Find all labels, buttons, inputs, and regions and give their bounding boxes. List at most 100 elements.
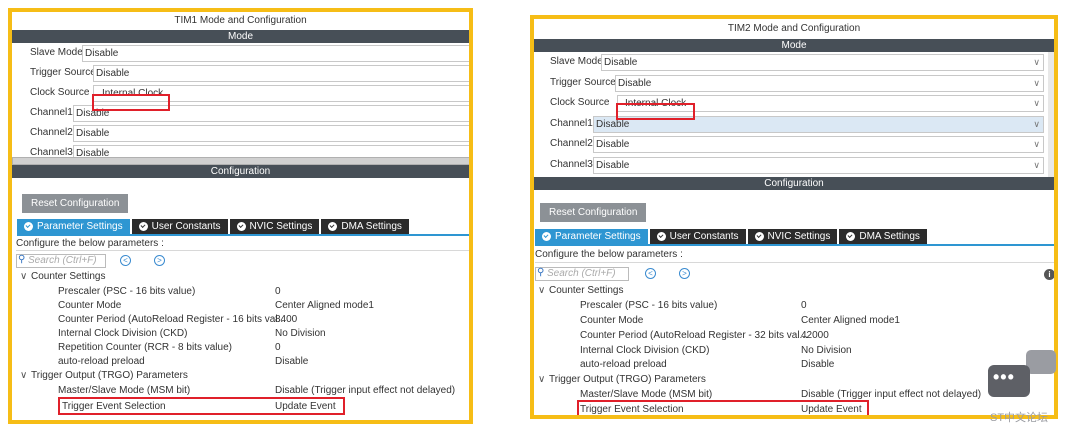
param-value[interactable]: Disable [801, 359, 834, 370]
chevron-left-icon[interactable]: < [120, 255, 131, 266]
chevron-down-icon: ∨ [1033, 77, 1040, 88]
search-input[interactable]: ⚲ Search (Ctrl+F) [16, 254, 106, 268]
channel2-select[interactable]: Disable [73, 125, 469, 142]
param-value[interactable]: 0 [275, 286, 281, 297]
slave-mode-select[interactable]: Disable ∨ [601, 54, 1044, 71]
search-icon: ⚲ [18, 254, 26, 265]
group-counter-settings[interactable]: ∨ Counter Settings [20, 271, 106, 282]
group-counter-settings[interactable]: ∨ Counter Settings [538, 285, 624, 296]
chevron-down-icon: ∨ [538, 285, 546, 296]
param-value[interactable]: 8400 [275, 314, 297, 325]
channel3-label: Channel3 [550, 158, 593, 170]
tab-underline [17, 234, 469, 236]
trigger-source-select[interactable]: Disable ∨ [615, 74, 1044, 92]
param-name: Master/Slave Mode (MSM bit) [580, 389, 713, 400]
param-value[interactable]: Disable (Trigger input effect not delaye… [275, 385, 455, 396]
panel-title: TIM1 Mode and Configuration [174, 15, 307, 26]
highlight-box-trigger-event [577, 400, 869, 415]
mode-row-channel1: Channel1 Disable ∨ [534, 114, 1054, 135]
search-placeholder: Search (Ctrl+F) [547, 268, 616, 279]
trigger-source-select[interactable]: Disable [93, 65, 469, 82]
mode-row-slave: Slave Mode Disable [12, 43, 469, 63]
param-name: auto-reload preload [58, 356, 145, 367]
param-value[interactable]: 42000 [801, 330, 829, 341]
group-trigger-output[interactable]: ∨ Trigger Output (TRGO) Parameters [538, 374, 706, 385]
search-icon: ⚲ [537, 267, 545, 278]
channel1-label: Channel1 [550, 117, 593, 129]
channel2-select[interactable]: Disable ∨ [593, 136, 1044, 153]
tab-label: DMA Settings [859, 231, 920, 242]
chevron-down-icon: ∨ [20, 370, 28, 381]
tab-nvic-settings[interactable]: NVIC Settings [229, 219, 320, 234]
chevron-down-icon: ∨ [1033, 57, 1040, 67]
chevron-right-icon[interactable]: > [679, 268, 690, 279]
check-circle-icon [24, 222, 33, 231]
slave-mode-select[interactable]: Disable [82, 45, 469, 62]
mode-horizontal-scrollbar[interactable] [12, 157, 469, 165]
group-label: Trigger Output (TRGO) Parameters [31, 370, 188, 381]
slave-mode-label: Slave Mode [550, 56, 603, 67]
tab-user-constants[interactable]: User Constants [131, 219, 228, 234]
tab-dma-settings[interactable]: DMA Settings [839, 229, 927, 244]
param-name: Counter Mode [58, 300, 122, 311]
mode-row-clock: Clock Source Internal Clock ∨ [534, 93, 1054, 114]
param-name: Internal Clock Division (CKD) [58, 328, 188, 339]
panel-title: TIM2 Mode and Configuration [727, 23, 861, 34]
tab-label: User Constants [151, 221, 221, 232]
param-name: auto-reload preload [580, 359, 667, 370]
slave-mode-label: Slave Mode [30, 47, 83, 58]
tab-label: NVIC Settings [767, 231, 831, 242]
param-value[interactable]: Center Aligned mode1 [275, 300, 374, 311]
param-name: Master/Slave Mode (MSM bit) [58, 385, 191, 396]
chevron-left-icon[interactable]: < [645, 268, 656, 279]
tim1-config-panel: TIM1 Mode and Configuration Mode Slave M… [8, 8, 473, 424]
param-value[interactable]: Disable (Trigger input effect not delaye… [801, 389, 981, 400]
mode-vertical-scrollbar[interactable] [1048, 52, 1054, 177]
channel3-select[interactable]: Disable ∨ [593, 156, 1044, 174]
param-name: Internal Clock Division (CKD) [580, 345, 710, 356]
chevron-down-icon: ∨ [1033, 159, 1040, 170]
check-circle-icon [138, 222, 148, 231]
tab-underline [535, 244, 1054, 246]
mode-row-channel1: Channel1 Disable [12, 103, 469, 123]
mode-row-trigger: Trigger Source Disable ∨ [534, 73, 1054, 94]
tim2-config-panel: TIM2 Mode and Configuration Mode Slave M… [530, 15, 1058, 419]
mode-header: Mode [534, 39, 1054, 52]
param-name: Prescaler (PSC - 16 bits value) [58, 286, 196, 297]
search-input[interactable]: ⚲ Search (Ctrl+F) [535, 267, 629, 281]
tab-label: Parameter Settings [37, 221, 123, 232]
configuration-header: Configuration [534, 177, 1054, 190]
chevron-right-icon[interactable]: > [154, 255, 165, 266]
trigger-source-label: Trigger Source [30, 67, 96, 78]
tab-dma-settings[interactable]: DMA Settings [321, 219, 409, 234]
channel1-label: Channel1 [30, 107, 73, 118]
select-value: Disable [596, 159, 630, 171]
param-value[interactable]: Disable [275, 356, 308, 367]
configure-instructions: Configure the below parameters : [16, 238, 164, 249]
ellipsis-icon: ••• [993, 367, 1015, 387]
trigger-source-label: Trigger Source [550, 76, 616, 88]
tab-user-constants[interactable]: User Constants [649, 229, 746, 244]
mode-header: Mode [12, 30, 469, 43]
param-value[interactable]: 0 [801, 300, 807, 311]
tab-nvic-settings[interactable]: NVIC Settings [747, 229, 838, 244]
param-name: Counter Mode [580, 315, 644, 326]
group-trigger-output[interactable]: ∨ Trigger Output (TRGO) Parameters [20, 370, 188, 381]
check-circle-icon [656, 232, 666, 241]
info-icon[interactable]: i [1044, 269, 1054, 280]
check-circle-icon [846, 232, 856, 241]
param-value[interactable]: 0 [275, 342, 281, 353]
reset-configuration-button[interactable]: Reset Configuration [22, 194, 129, 213]
tab-label: User Constants [669, 231, 739, 242]
tab-parameter-settings[interactable]: Parameter Settings [17, 219, 130, 234]
clock-source-label: Clock Source [30, 87, 90, 98]
param-name: Prescaler (PSC - 16 bits value) [580, 300, 718, 311]
param-value[interactable]: No Division [801, 345, 852, 356]
mode-row-trigger: Trigger Source Disable [12, 63, 469, 83]
tab-parameter-settings[interactable]: Parameter Settings [535, 229, 648, 244]
param-name: Counter Period (AutoReload Register - 32… [580, 330, 808, 341]
chevron-down-icon: ∨ [1033, 139, 1040, 149]
param-value[interactable]: Center Aligned mode1 [801, 315, 900, 326]
reset-configuration-button[interactable]: Reset Configuration [540, 203, 647, 222]
param-value[interactable]: No Division [275, 328, 326, 339]
